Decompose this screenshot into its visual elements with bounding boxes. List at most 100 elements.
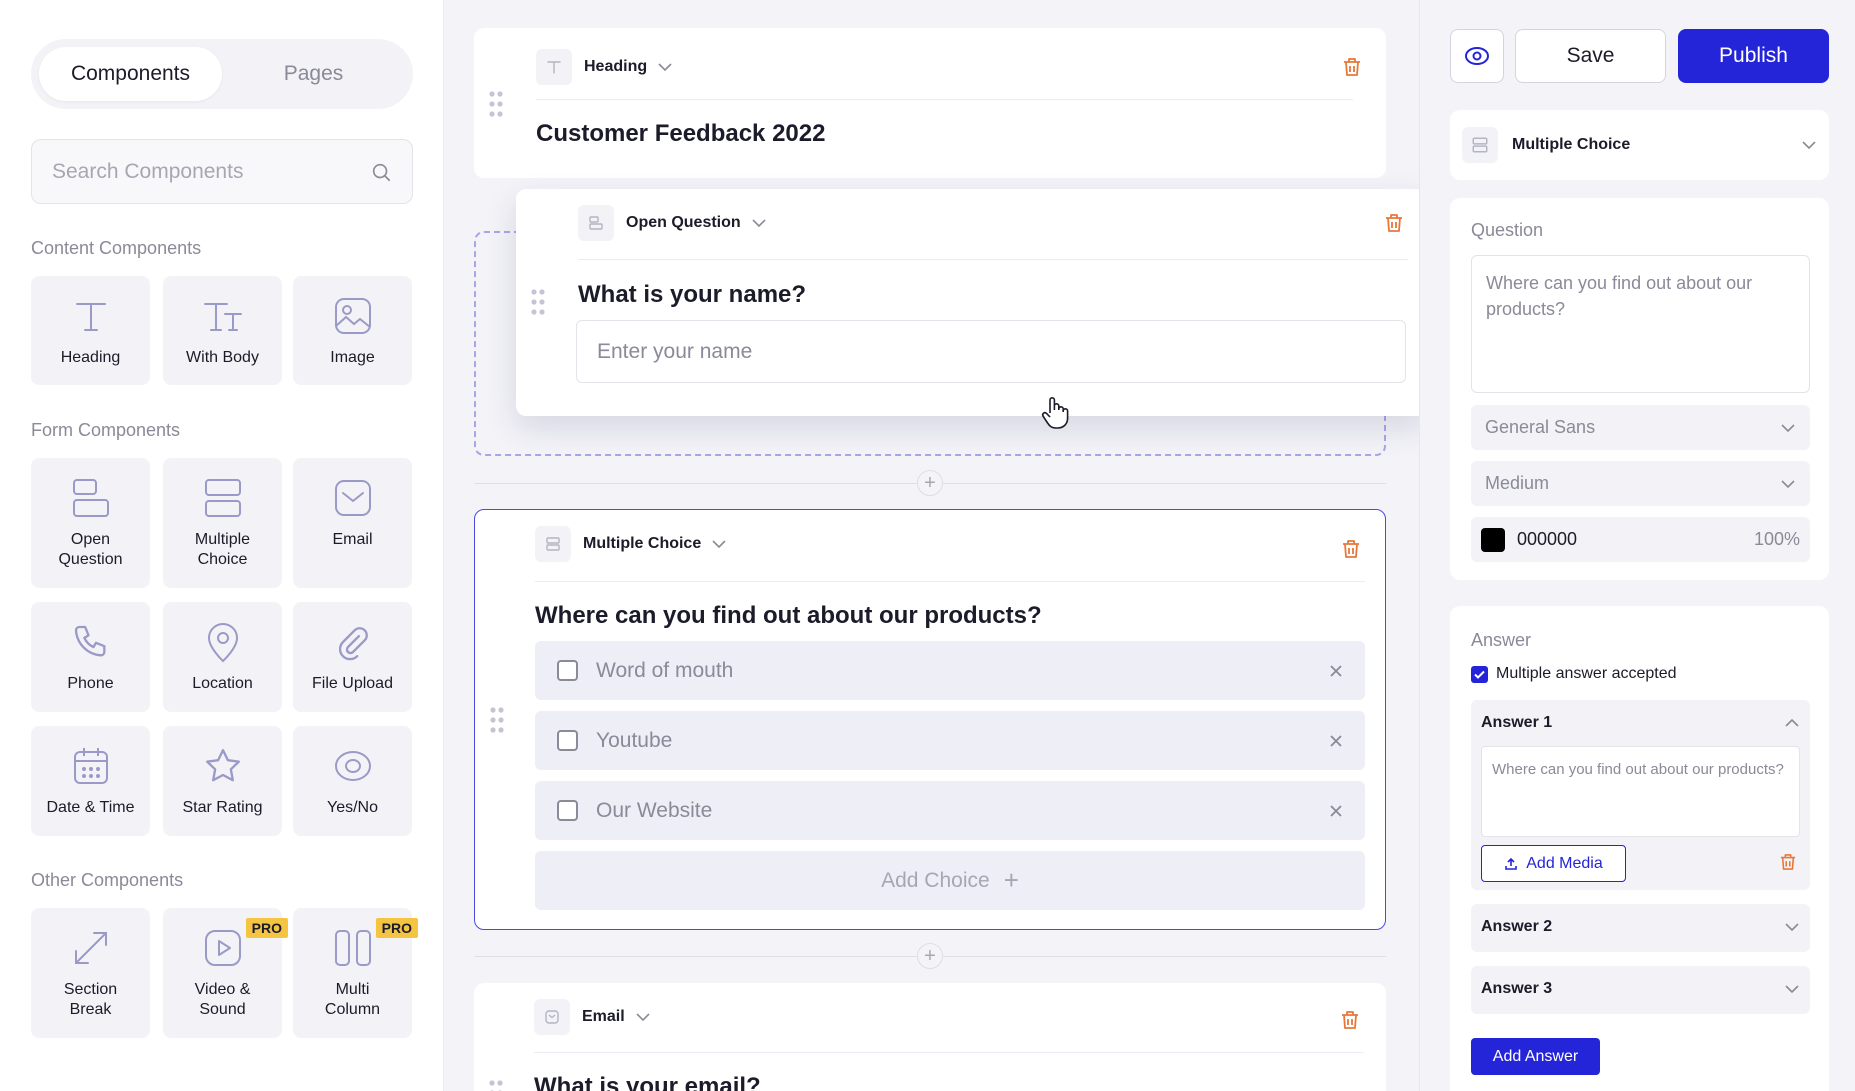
choice-text[interactable]: Word of mouth [596,659,1329,683]
trash-icon[interactable] [1780,853,1796,871]
pro-badge: PRO [245,918,288,938]
drag-handle-icon[interactable] [530,288,546,316]
card-type-selector[interactable]: Heading [536,49,673,85]
answer-item[interactable]: Answer 3 [1471,966,1810,1014]
plus-icon[interactable]: + [917,943,943,969]
component-type-select[interactable]: Multiple Choice [1450,110,1829,180]
question-title[interactable]: What is your name? [578,281,806,309]
search-icon[interactable] [370,161,392,183]
divider [578,259,1408,260]
component-star-rating[interactable]: Star Rating [163,726,282,836]
search-input[interactable] [52,159,370,184]
location-icon [205,620,241,664]
name-input[interactable] [576,320,1406,383]
component-video-sound[interactable]: PRO Video & Sound [163,908,288,1038]
drag-handle-icon[interactable] [489,706,505,734]
card-type-selector[interactable]: Multiple Choice [535,526,727,562]
component-section-break[interactable]: Section Break [31,908,150,1038]
sidebar-tabs: Components Pages [31,39,413,109]
trash-icon[interactable] [1342,539,1360,559]
trash-icon[interactable] [1343,57,1361,77]
font-family-value: General Sans [1485,417,1596,437]
component-file-upload[interactable]: File Upload [293,602,412,712]
choice-checkbox[interactable] [557,800,578,821]
question-title[interactable]: Where can you find out about our product… [535,602,1042,630]
answer-settings: Answer Multiple answer accepted Answer 1… [1450,606,1829,1091]
component-label: With Body [186,349,259,366]
component-with-body[interactable]: With Body [163,276,282,385]
trash-icon[interactable] [1341,1010,1359,1030]
save-button[interactable]: Save [1515,29,1666,83]
close-icon[interactable] [1329,734,1343,748]
answer-textarea[interactable]: Where can you find out about our product… [1481,746,1800,837]
plus-icon[interactable]: + [917,470,943,496]
component-multiple-choice[interactable]: Multiple Choice [163,458,282,588]
close-icon[interactable] [1329,664,1343,678]
component-label: Location [192,675,253,692]
add-media-button[interactable]: Add Media [1481,845,1626,882]
answer-header[interactable]: Answer 1 [1471,700,1810,746]
color-swatch[interactable] [1481,527,1505,552]
component-date-time[interactable]: Date & Time [31,726,150,836]
component-label: Video & Sound [194,981,251,1018]
drag-handle-icon[interactable] [488,1079,504,1091]
multiple-choice-card[interactable]: Multiple Choice Where can you find out a… [474,509,1386,930]
choice-item[interactable]: Youtube [535,711,1365,770]
font-family-select[interactable]: General Sans [1471,405,1810,450]
question-textarea[interactable]: Where can you find out about our product… [1471,255,1810,393]
email-card[interactable]: Email What is your email? [474,983,1386,1091]
component-heading[interactable]: Heading [31,276,150,385]
tab-components[interactable]: Components [39,47,222,101]
answer-header[interactable]: Answer 3 [1471,966,1810,1012]
color-opacity[interactable]: 100% [1754,529,1800,550]
plus-icon: + [1003,865,1019,895]
pro-badge: PRO [375,918,418,938]
choice-text[interactable]: Our Website [596,799,1329,823]
component-label: Image [330,349,375,366]
heading-card[interactable]: Heading Customer Feedback 2022 [474,28,1386,178]
add-answer-button[interactable]: Add Answer [1471,1038,1600,1075]
phone-icon [71,620,111,664]
open-question-card[interactable]: Open Question What is your name? [516,189,1419,429]
component-label: Section Break [63,981,118,1018]
component-location[interactable]: Location [163,602,282,712]
component-yes-no[interactable]: Yes/No [293,726,412,836]
component-phone[interactable]: Phone [31,602,150,712]
choice-item[interactable]: Word of mouth [535,641,1365,700]
component-multi-column[interactable]: PRO Multi Column [293,908,418,1038]
choice-checkbox[interactable] [557,730,578,751]
choice-item[interactable]: Our Website [535,781,1365,840]
open-question-icon [71,476,111,520]
component-open-question[interactable]: Open Question [31,458,150,588]
color-picker[interactable]: 000000 100% [1471,517,1810,562]
component-email[interactable]: Email [293,458,412,588]
answer-header[interactable]: Answer 2 [1471,904,1810,950]
answer-item[interactable]: Answer 2 [1471,904,1810,952]
heading-title[interactable]: Customer Feedback 2022 [536,120,825,148]
multiple-answer-checkbox[interactable]: Multiple answer accepted [1471,665,1677,683]
card-type-selector[interactable]: Email [534,999,651,1035]
component-image[interactable]: Image [293,276,412,385]
question-label: Question [1471,220,1544,240]
trash-icon[interactable] [1385,213,1403,233]
component-label: Email [332,531,373,548]
drag-handle-icon[interactable] [488,90,504,118]
publish-button[interactable]: Publish [1678,29,1829,83]
font-weight-select[interactable]: Medium [1471,461,1810,506]
add-choice-button[interactable]: Add Choice + [535,851,1365,910]
preview-button[interactable] [1450,29,1504,83]
question-title[interactable]: What is your email? [534,1073,761,1091]
heading-icon [71,294,111,338]
chevron-down-icon [657,62,673,72]
choice-text[interactable]: Youtube [596,729,1329,753]
choice-checkbox[interactable] [557,660,578,681]
component-label: Star Rating [182,799,263,816]
answer-label: Answer [1471,630,1532,650]
answer-item: Answer 1 Where can you find out about ou… [1471,700,1810,890]
tab-pages[interactable]: Pages [222,47,405,101]
color-hex[interactable]: 000000 [1517,529,1754,550]
card-type-selector[interactable]: Open Question [578,205,767,241]
component-type-label: Multiple Choice [1512,136,1631,153]
close-icon[interactable] [1329,804,1343,818]
chevron-down-icon [1784,984,1800,994]
